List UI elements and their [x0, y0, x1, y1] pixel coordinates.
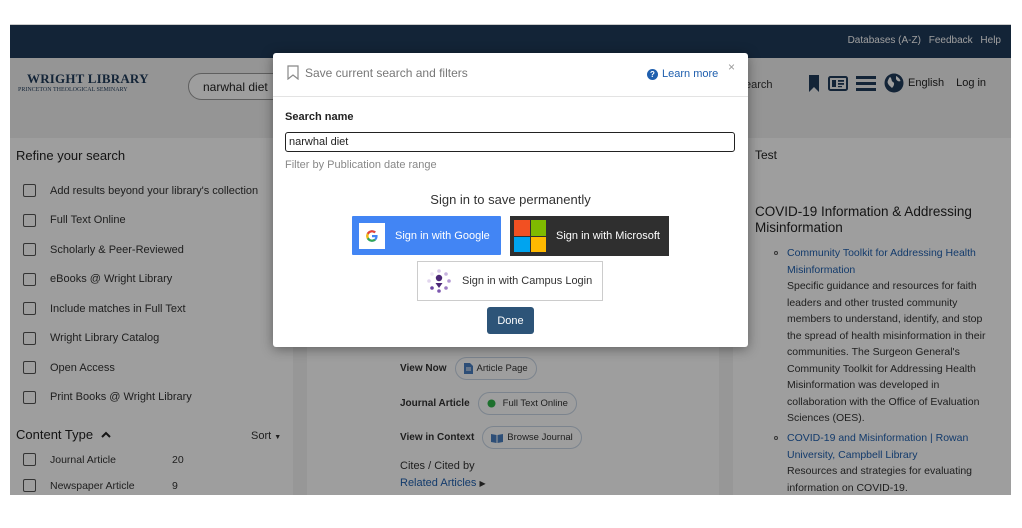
campus-login-label: Sign in with Campus Login — [462, 275, 593, 287]
done-button[interactable]: Done — [487, 307, 534, 334]
campus-login-button[interactable]: Sign in with Campus Login — [417, 261, 603, 301]
dialog-title: Save current search and filters — [305, 66, 468, 80]
search-name-label: Search name — [285, 111, 354, 123]
microsoft-logo-icon — [514, 220, 546, 252]
bookmark-outline-icon — [287, 65, 299, 80]
google-logo-icon — [359, 222, 385, 249]
sign-in-prompt: Sign in to save permanently — [430, 192, 591, 207]
microsoft-sign-in-label: Sign in with Microsoft — [556, 230, 660, 242]
app-frame: Databases (A-Z) Feedback Help WRIGHT LIB… — [10, 24, 1011, 495]
help-circle-icon: ? — [647, 68, 658, 80]
filter-summary: Filter by Publication date range — [285, 159, 437, 171]
microsoft-sign-in-button[interactable]: Sign in with Microsoft — [510, 216, 669, 256]
google-sign-in-button[interactable]: Sign in with Google — [352, 216, 501, 255]
search-name-field[interactable] — [285, 132, 735, 152]
close-icon[interactable]: × — [728, 60, 735, 74]
learn-more-link[interactable]: ? Learn more — [647, 68, 718, 80]
save-search-dialog: Save current search and filters ? Learn … — [273, 53, 748, 347]
dialog-header: Save current search and filters ? Learn … — [273, 53, 748, 97]
campus-login-icon — [427, 269, 451, 293]
learn-more-label: Learn more — [662, 68, 719, 80]
google-sign-in-label: Sign in with Google — [395, 229, 490, 242]
